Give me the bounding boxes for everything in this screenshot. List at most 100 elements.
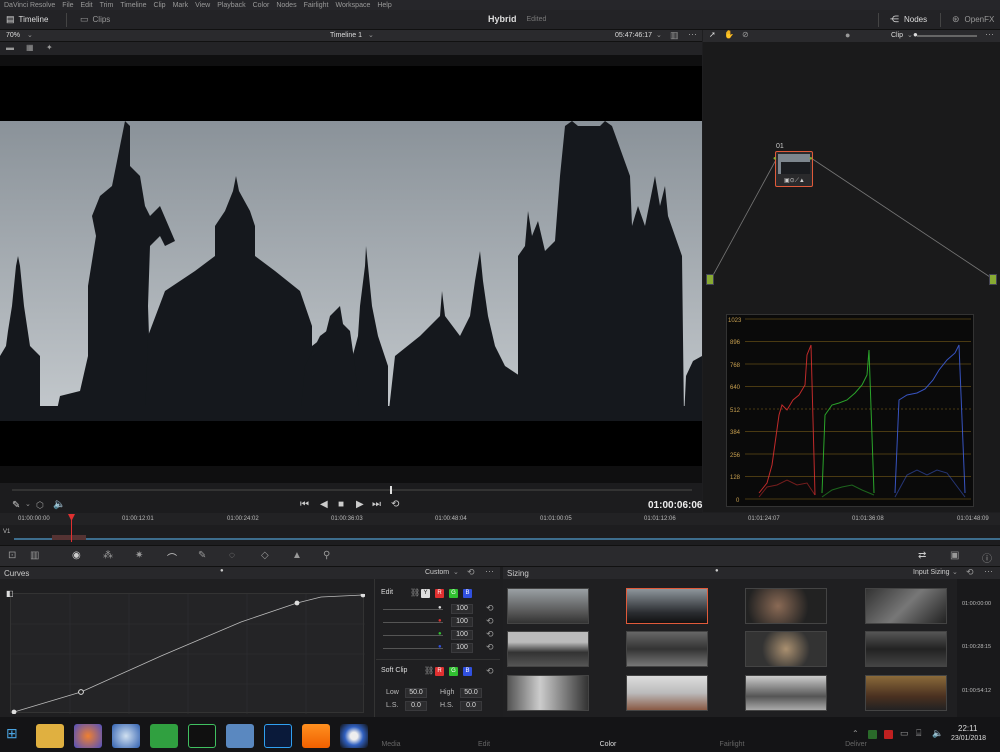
menu-mark[interactable]: Mark xyxy=(173,2,189,9)
curves-mode-select[interactable]: Custom xyxy=(425,569,449,576)
menu-fairlight[interactable]: Fairlight xyxy=(304,2,329,9)
timeline-ruler[interactable]: 01:00:00:00 01:00:12:01 01:00:24:02 01:0… xyxy=(0,513,1000,525)
more-options-icon[interactable]: ⋯ xyxy=(984,566,993,577)
stop-icon[interactable]: ■ xyxy=(338,499,344,510)
nodes-tab[interactable]: ⋲ Nodes xyxy=(890,14,927,25)
corrector-node[interactable]: ▣⊙⟋▲ xyxy=(775,151,813,187)
pointer-icon[interactable]: ➚ xyxy=(709,30,716,39)
color-wheels-icon[interactable]: ◉ xyxy=(72,550,81,561)
softclip-channel-b[interactable]: B xyxy=(463,667,472,676)
utorrent-icon[interactable] xyxy=(150,724,178,748)
b-intensity-value[interactable]: 100 xyxy=(451,643,473,653)
menu-playback[interactable]: Playback xyxy=(217,2,245,9)
chevron-down-icon[interactable]: ⌄ xyxy=(453,568,459,576)
gallery-still[interactable] xyxy=(745,675,827,711)
video-track-clip[interactable] xyxy=(14,538,1000,540)
chevron-down-icon[interactable]: ⌄ xyxy=(656,31,662,39)
volume-icon[interactable]: 🔈 xyxy=(53,499,65,510)
channel-b[interactable]: B xyxy=(463,589,472,598)
motion-effects-icon[interactable]: ✷ xyxy=(135,550,143,561)
low-value[interactable]: 50.0 xyxy=(405,688,427,698)
chevron-down-icon[interactable]: ⌄ xyxy=(952,568,958,576)
volume-icon[interactable]: 🔈 xyxy=(932,728,943,739)
gallery-still[interactable] xyxy=(626,675,708,711)
node-input-icon[interactable]: ● xyxy=(773,156,777,162)
loop-icon[interactable]: ⟲ xyxy=(391,499,399,510)
reset-icon[interactable]: ⟲ xyxy=(486,642,494,653)
more-options-icon[interactable]: ⋯ xyxy=(985,29,994,40)
menu-nodes[interactable]: Nodes xyxy=(276,2,296,9)
highlight-icon[interactable]: ⬡ xyxy=(36,500,44,511)
sizing-tool-icon[interactable]: ⇄ xyxy=(918,550,926,561)
vlc-icon[interactable] xyxy=(302,724,330,748)
blur-icon[interactable]: ▲ xyxy=(292,550,302,561)
gallery-still[interactable] xyxy=(745,631,827,667)
qualifier-icon[interactable]: ✎ xyxy=(198,550,206,561)
menu-edit[interactable]: Edit xyxy=(81,2,93,9)
output-node[interactable] xyxy=(989,274,997,285)
r-intensity-slider[interactable] xyxy=(383,622,443,623)
app-icon[interactable] xyxy=(188,724,216,748)
sizing-mode-select[interactable]: Input Sizing xyxy=(913,569,950,576)
softclip-channel-g[interactable]: G xyxy=(449,667,458,676)
channel-r[interactable]: R xyxy=(435,589,444,598)
3d-icon[interactable]: ▣ xyxy=(950,550,959,561)
chevron-down-icon[interactable]: ⌄ xyxy=(27,31,33,39)
reset-icon[interactable]: ⟲ xyxy=(486,666,494,677)
b-slider-handle-icon[interactable]: ● xyxy=(438,644,442,650)
timeline-track-area[interactable]: V1 xyxy=(0,525,1000,545)
page-deliver[interactable]: Deliver xyxy=(794,741,918,748)
g-intensity-value[interactable]: 100 xyxy=(451,630,473,640)
info-icon[interactable]: ⓘ xyxy=(982,550,992,565)
curve-handle-icon[interactable]: ◧ xyxy=(6,589,14,598)
link-icon[interactable]: ⛓ xyxy=(424,666,434,675)
menu-clip[interactable]: Clip xyxy=(154,2,166,9)
chevron-up-icon[interactable]: ⌃ xyxy=(852,729,859,738)
source-input-node[interactable] xyxy=(706,274,714,285)
rgb-mixer-icon[interactable]: ⁂ xyxy=(103,550,113,561)
curve-point-shadow[interactable] xyxy=(78,689,84,695)
zoom-select[interactable]: 70% xyxy=(6,32,20,39)
tray-app-icon[interactable] xyxy=(868,730,877,739)
g-intensity-slider[interactable] xyxy=(383,635,443,636)
ls-value[interactable]: 0.0 xyxy=(405,701,427,711)
timeline-select[interactable]: Timeline 1 xyxy=(330,32,362,39)
gallery-still[interactable] xyxy=(507,675,589,711)
go-to-end-icon[interactable]: ⏭ xyxy=(372,499,381,510)
photos-icon[interactable] xyxy=(226,724,254,748)
clips-tab[interactable]: ▭ Clips xyxy=(80,14,110,25)
chevron-down-icon[interactable]: ⌄ xyxy=(368,31,374,39)
menu-file[interactable]: File xyxy=(62,2,73,9)
go-to-start-icon[interactable]: ⏮ xyxy=(300,499,309,510)
eyedropper-icon[interactable]: ✎ xyxy=(12,500,20,511)
link-icon[interactable]: ⛓ xyxy=(410,588,420,597)
menu-color[interactable]: Color xyxy=(253,2,270,9)
play-reverse-icon[interactable]: ◀ xyxy=(320,499,328,510)
curve-point-black[interactable] xyxy=(11,709,17,715)
thunderbird-icon[interactable] xyxy=(112,724,140,748)
clip-mode-select[interactable]: Clip xyxy=(891,32,903,39)
g-slider-handle-icon[interactable]: ● xyxy=(438,631,442,637)
menu-view[interactable]: View xyxy=(195,2,210,9)
network-icon[interactable]: ⌸ xyxy=(916,728,921,739)
page-fairlight[interactable]: Fairlight xyxy=(670,741,794,748)
camera-raw-icon[interactable]: ⊡ xyxy=(8,550,16,561)
b-intensity-slider[interactable] xyxy=(383,648,443,649)
split-icon[interactable]: ▥ xyxy=(670,30,679,41)
gallery-icon[interactable]: ▦ xyxy=(26,43,34,52)
hs-value[interactable]: 0.0 xyxy=(460,701,482,711)
reset-icon[interactable]: ⟲ xyxy=(486,629,494,640)
color-match-icon[interactable]: ▥ xyxy=(30,550,39,561)
gallery-still[interactable] xyxy=(865,588,947,624)
reset-icon[interactable]: ⟲ xyxy=(966,567,974,578)
scrubber-handle[interactable] xyxy=(390,486,392,494)
chevron-down-icon[interactable]: ⌄ xyxy=(25,500,31,508)
menu-timeline[interactable]: Timeline xyxy=(120,2,146,9)
play-icon[interactable]: ▶ xyxy=(356,499,364,510)
gallery-still[interactable] xyxy=(745,588,827,624)
more-options-icon[interactable]: ⋯ xyxy=(485,566,494,577)
hand-icon[interactable]: ✋ xyxy=(724,30,734,39)
openfx-tab[interactable]: ⊛ OpenFX xyxy=(952,14,994,25)
windows-start-icon[interactable]: ⊞ xyxy=(6,725,18,742)
node-zoom-slider[interactable] xyxy=(917,35,977,37)
